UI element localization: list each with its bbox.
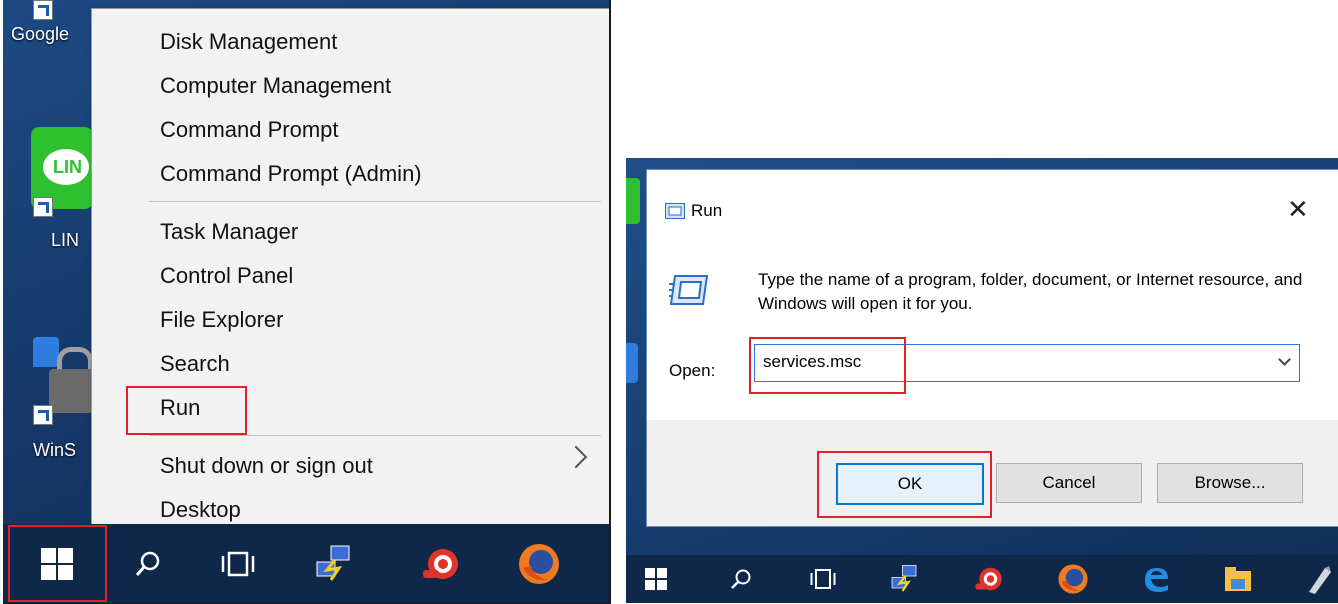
open-label: Open:: [669, 361, 716, 380]
menu-separator: [149, 201, 601, 202]
menu-item-shut-down[interactable]: Shut down or sign out: [160, 453, 373, 479]
menu-item-desktop[interactable]: Desktop: [160, 497, 241, 523]
shell-app-icon[interactable]: [411, 524, 471, 603]
chevron-right-icon: [564, 445, 588, 469]
shortcut-arrow-icon: [33, 405, 53, 425]
start-highlight-box: [8, 525, 107, 602]
taskbar: [626, 555, 1338, 603]
file-explorer-icon[interactable]: [1218, 555, 1258, 603]
menu-separator: [149, 435, 601, 436]
menu-item-disk-management[interactable]: Disk Management: [160, 29, 337, 55]
browse-button[interactable]: Browse...: [1157, 463, 1303, 503]
run-highlight-box: [126, 386, 247, 435]
menu-item-control-panel[interactable]: Control Panel: [160, 263, 293, 289]
close-icon[interactable]: ✕: [1287, 194, 1309, 225]
menu-item-command-prompt[interactable]: Command Prompt: [160, 117, 339, 143]
line-bubble-icon: LIN: [43, 149, 89, 185]
menu-item-command-prompt-admin[interactable]: Command Prompt (Admin): [160, 161, 422, 187]
firefox-icon[interactable]: [509, 524, 569, 603]
dialog-footer: OK Cancel Browse...: [647, 420, 1338, 526]
menu-item-file-explorer[interactable]: File Explorer: [160, 307, 283, 333]
menu-item-task-manager[interactable]: Task Manager: [160, 219, 298, 245]
task-view-icon[interactable]: [208, 524, 268, 603]
network-app-icon[interactable]: [884, 555, 924, 603]
search-icon[interactable]: [721, 555, 761, 603]
run-title-icon: [665, 203, 685, 224]
line-logo-text: LIN: [53, 157, 82, 177]
menu-item-search[interactable]: Search: [160, 351, 230, 377]
run-dialog: Run ✕ Type the name of a program, folder…: [646, 169, 1338, 527]
input-highlight-box: [749, 337, 906, 394]
menu-item-computer-management[interactable]: Computer Management: [160, 73, 391, 99]
dialog-description: Type the name of a program, folder, docu…: [758, 270, 1303, 313]
firefox-icon[interactable]: [1053, 555, 1093, 603]
app-icon[interactable]: [1298, 555, 1338, 603]
line-app-icon: [626, 178, 640, 224]
right-desktop-screenshot: Run ✕ Type the name of a program, folder…: [626, 158, 1338, 603]
desktop-icon-label-line[interactable]: LIN: [51, 230, 79, 251]
network-app-icon[interactable]: [303, 524, 363, 603]
winscp-app-icon[interactable]: [33, 337, 93, 415]
task-view-icon[interactable]: [803, 555, 843, 603]
winscp-app-icon: [626, 343, 638, 383]
shell-app-icon[interactable]: [969, 555, 1009, 603]
ok-highlight-box: [817, 451, 992, 518]
chevron-down-icon[interactable]: [1278, 353, 1291, 366]
lock-body-icon: [49, 369, 93, 413]
shortcut-arrow-icon: [33, 197, 53, 217]
blue-badge-icon: [33, 337, 59, 367]
dialog-title: Run: [691, 201, 723, 220]
edge-icon[interactable]: [1136, 555, 1176, 603]
windows-start-icon[interactable]: [636, 555, 676, 603]
left-desktop-screenshot: Google LIN LIN WinS Disk Management Comp…: [3, 0, 611, 604]
winx-context-menu: Disk Management Computer Management Comm…: [91, 8, 609, 542]
cancel-button[interactable]: Cancel: [996, 463, 1142, 503]
search-icon[interactable]: [118, 524, 178, 603]
shortcut-arrow-icon: [33, 0, 53, 20]
run-app-icon: [669, 274, 709, 311]
desktop-icon-label-winscp[interactable]: WinS: [33, 440, 76, 461]
desktop-icon-label-google[interactable]: Google: [11, 24, 69, 45]
